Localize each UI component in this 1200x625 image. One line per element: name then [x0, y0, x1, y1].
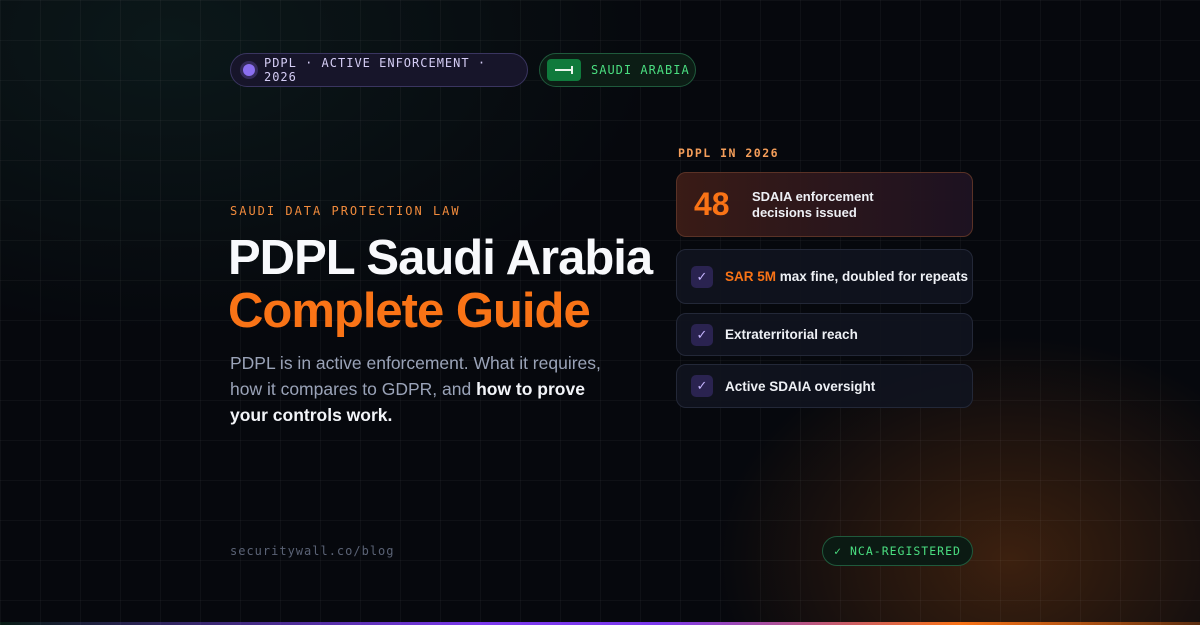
country-pill: SAUDI ARABIA: [539, 53, 696, 87]
stat-card: 48 SDAIA enforcement decisions issued: [676, 172, 973, 237]
fact-text: SAR 5M max fine, doubled for repeats: [725, 268, 968, 285]
fact-highlight: SAR 5M: [725, 269, 777, 284]
check-icon: ✓: [691, 323, 713, 346]
check-icon: ✓: [834, 544, 842, 558]
check-icon: ✓: [691, 265, 713, 288]
fact-text: Active SDAIA oversight: [725, 378, 876, 394]
check-icon: ✓: [691, 375, 713, 397]
hero-eyebrow: SAUDI DATA PROTECTION LAW: [230, 204, 461, 218]
hero-description: PDPL is in active enforcement. What it r…: [230, 350, 610, 428]
enforcement-pill-label: PDPL · ACTIVE ENFORCEMENT · 2026: [263, 56, 487, 84]
sidebar-label: PDPL IN 2026: [678, 146, 780, 160]
country-pill-label: SAUDI ARABIA: [591, 63, 690, 77]
enforcement-pill: PDPL · ACTIVE ENFORCEMENT · 2026: [230, 53, 528, 87]
dot-icon: [243, 64, 255, 76]
badge-label: NCA-REGISTERED: [850, 544, 961, 558]
fact-card-fine: ✓ SAR 5M max fine, doubled for repeats: [676, 249, 973, 304]
nca-registered-badge: ✓ NCA-REGISTERED: [822, 536, 973, 566]
fact-body: max fine, doubled for repeats: [776, 269, 969, 284]
footer-url: securitywall.co/blog: [230, 544, 395, 558]
stat-text: SDAIA enforcement decisions issued: [752, 188, 874, 220]
page-title-line2: Complete Guide: [228, 284, 591, 338]
page-title-line1: PDPL Saudi Arabia: [228, 231, 653, 285]
saudi-flag-icon: [547, 59, 581, 81]
fact-card-reach: ✓ Extraterritorial reach: [676, 313, 973, 356]
fact-text: Extraterritorial reach: [725, 327, 858, 342]
page-title: PDPL Saudi Arabia Complete Guide: [228, 232, 688, 338]
fact-card-oversight: ✓ Active SDAIA oversight: [676, 364, 973, 408]
stat-value: 48: [694, 186, 730, 222]
